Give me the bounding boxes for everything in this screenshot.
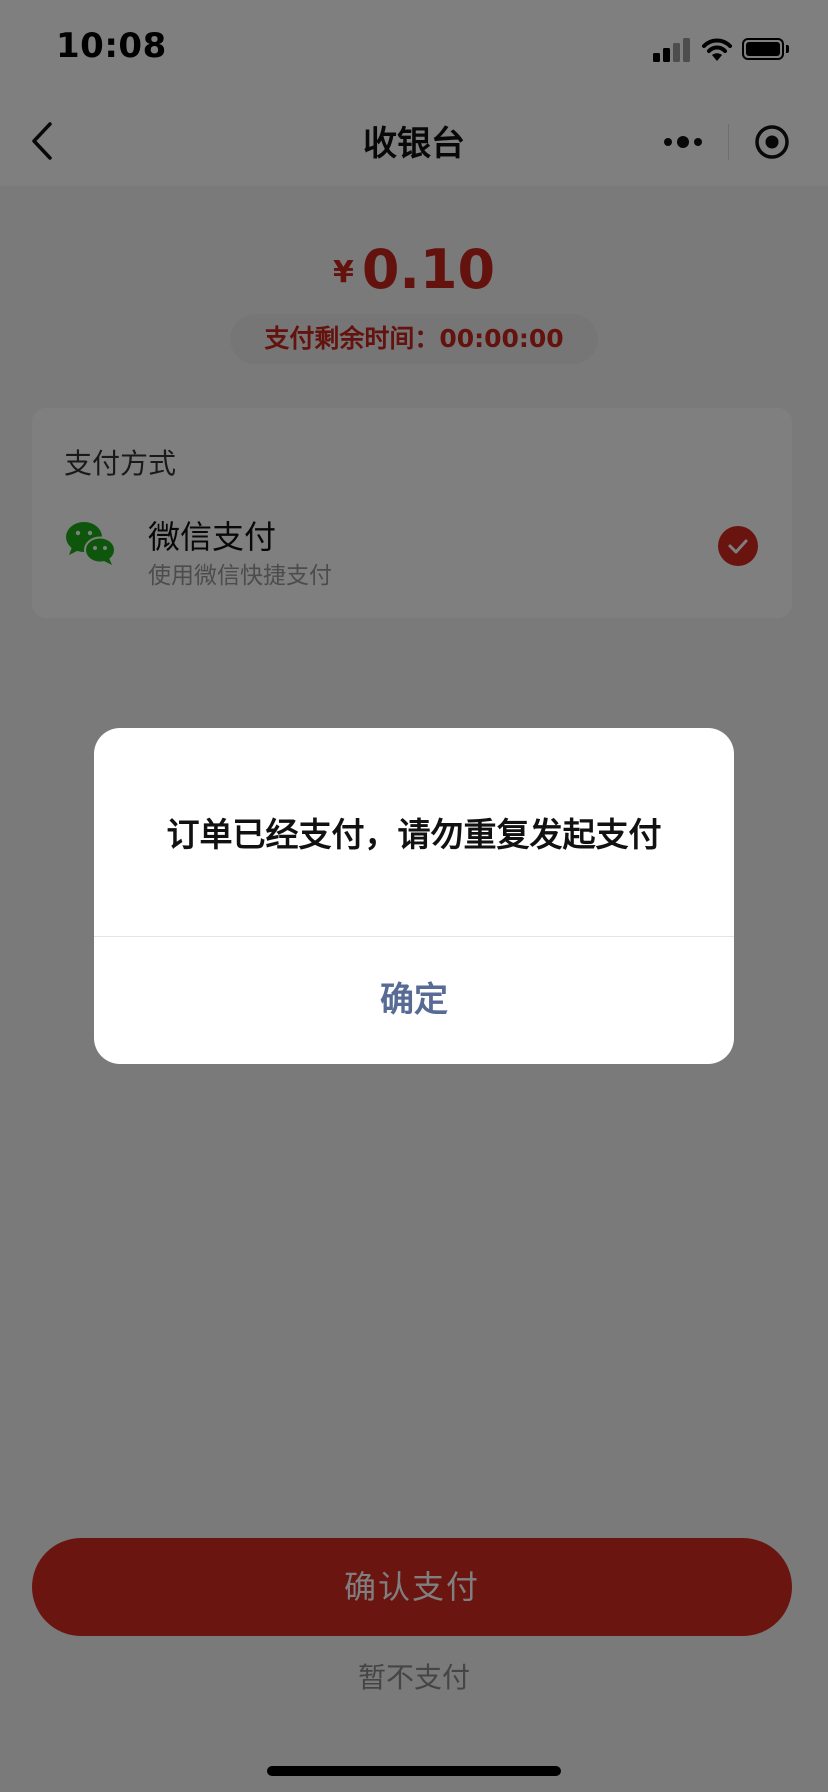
- alert-dialog: 订单已经支付，请勿重复发起支付 确定: [94, 728, 734, 1064]
- home-indicator[interactable]: [267, 1766, 561, 1776]
- dialog-confirm-button[interactable]: 确定: [94, 937, 734, 1064]
- dialog-message: 订单已经支付，请勿重复发起支付: [166, 815, 662, 854]
